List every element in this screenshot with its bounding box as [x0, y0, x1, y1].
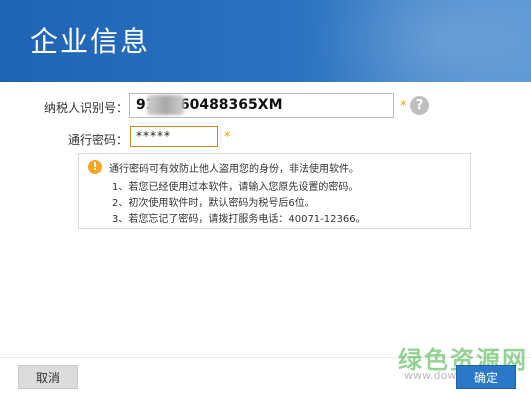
notice-line: 1、若您已经使用过本软件，请输入您原先设置的密码。	[112, 182, 359, 193]
redaction-blur	[147, 95, 184, 115]
header-decoration	[311, 0, 531, 82]
password-label: 通行密码：	[67, 133, 128, 147]
required-mark: *	[224, 130, 231, 145]
help-icon[interactable]: ?	[410, 96, 429, 115]
warning-icon: !	[88, 160, 102, 174]
page-title: 企业信息	[30, 25, 151, 58]
notice-line: 3、若您忘记了密码，请拨打服务电话：40071-12366。	[112, 214, 366, 225]
cancel-button[interactable]: 取消	[18, 365, 78, 389]
notice-line: 2、初次使用软件时，默认密码为税号后6位。	[112, 198, 315, 209]
taxid-label: 纳税人识别号：	[43, 101, 128, 115]
notice-box: ! 通行密码可有效防止他人盗用您的身份，非法使用软件。 1、若您已经使用过本软件…	[78, 153, 471, 229]
header-banner: 企业信息	[0, 0, 531, 82]
notice-line: 通行密码可有效防止他人盗用您的身份，非法使用软件。	[109, 164, 359, 175]
ok-button[interactable]: 确定	[456, 365, 516, 389]
password-input[interactable]: *****	[130, 126, 218, 147]
required-mark: *	[400, 99, 407, 114]
